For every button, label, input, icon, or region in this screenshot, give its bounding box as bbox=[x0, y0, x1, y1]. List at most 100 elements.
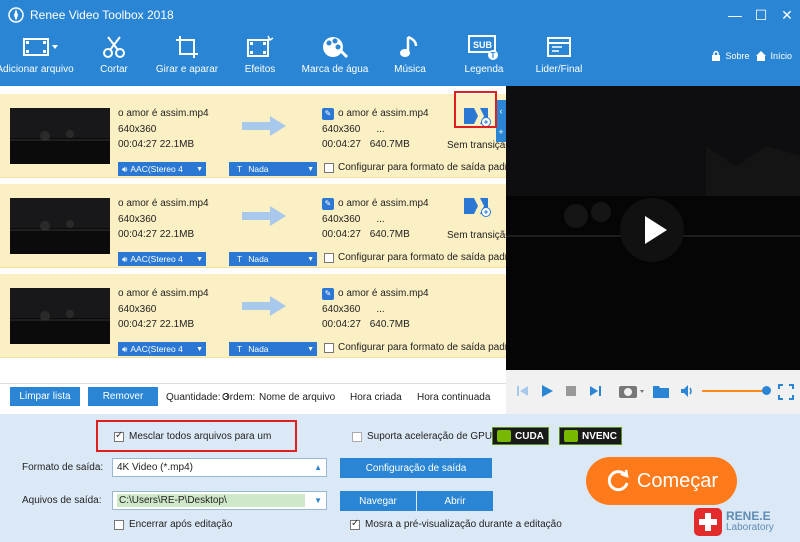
fullscreen-icon[interactable] bbox=[778, 384, 794, 400]
intro-outro-icon bbox=[545, 30, 573, 64]
audio-track-value: AAC(Stereo 4 bbox=[130, 344, 183, 354]
audio-track-select[interactable]: 🔊︎ AAC(Stereo 4 ▼ bbox=[118, 342, 206, 356]
default-format-checkbox[interactable]: Configurar para formato de saída padrão bbox=[324, 252, 506, 263]
source-size: 22.1MB bbox=[159, 319, 195, 330]
gpu-checkbox[interactable]: Suporta aceleração de GPU bbox=[352, 431, 492, 442]
sort-by-created[interactable]: Hora criada bbox=[350, 392, 402, 403]
play-overlay-button[interactable] bbox=[620, 198, 684, 262]
chevron-down-icon: ▼ bbox=[196, 255, 203, 263]
browse-button[interactable]: Navegar bbox=[340, 491, 416, 511]
medical-cross-icon bbox=[694, 508, 722, 536]
add-file-button[interactable]: Adicionar arquivo bbox=[0, 30, 80, 86]
intro-outro-button[interactable]: Lider/Final bbox=[532, 30, 586, 86]
output-info: ✎ o amor é assim.mp4 640x360... 00:04:27 … bbox=[322, 106, 429, 153]
checkbox[interactable] bbox=[324, 342, 334, 353]
start-button[interactable]: Começar bbox=[586, 457, 737, 505]
chevron-down-icon: ▼ bbox=[196, 165, 203, 173]
audio-track-select[interactable]: 🔊︎ AAC(Stereo 4 ▼ bbox=[118, 252, 206, 266]
effects-label: Efeitos bbox=[244, 64, 276, 75]
output-settings-button[interactable]: Configuração de saída bbox=[340, 458, 492, 478]
camera-icon[interactable] bbox=[618, 382, 646, 400]
subtitle-select[interactable]: T Nada ▼ bbox=[229, 342, 317, 356]
output-format-label: Formato de saída: bbox=[22, 462, 104, 473]
output-size: 640.7MB bbox=[369, 139, 410, 150]
skip-forward-icon[interactable] bbox=[588, 384, 602, 398]
source-duration: 00:04:27 bbox=[118, 319, 157, 330]
rotate-crop-button[interactable]: Girar e aparar bbox=[152, 30, 222, 86]
file-row[interactable]: o amor é assim.mp4 640x360 00:04:27 22.1… bbox=[0, 274, 506, 358]
speaker-icon: 🔊︎ bbox=[122, 343, 128, 354]
close-icon[interactable]: ✕ bbox=[774, 0, 800, 30]
open-button[interactable]: Abrir bbox=[417, 491, 493, 511]
effects-button[interactable]: Efeitos bbox=[240, 30, 280, 86]
minimize-icon[interactable]: — bbox=[722, 0, 748, 30]
crop-rotate-icon bbox=[174, 30, 200, 64]
transition-icon[interactable] bbox=[462, 194, 492, 218]
sort-by-continuous[interactable]: Hora continuada bbox=[417, 392, 490, 403]
skip-back-icon[interactable] bbox=[516, 384, 530, 398]
sort-by-name[interactable]: Nome de arquivo bbox=[259, 392, 335, 403]
output-duration: 00:04:27 bbox=[322, 139, 361, 150]
chevron-down-icon: ▼ bbox=[307, 255, 314, 263]
play-icon[interactable] bbox=[540, 384, 554, 398]
default-format-checkbox[interactable]: Configurar para formato de saída padrão bbox=[324, 162, 506, 173]
home-button[interactable]: Início bbox=[755, 50, 792, 62]
show-preview-label: Mosra a pré-visualização durante a edita… bbox=[365, 519, 562, 530]
main-toolbar: Adicionar arquivo Cortar Girar e aparar … bbox=[0, 30, 800, 86]
edit-name-icon[interactable]: ✎ bbox=[322, 197, 334, 210]
file-row[interactable]: o amor é assim.mp4 640x360 00:04:27 22.1… bbox=[0, 184, 506, 268]
edit-name-icon[interactable]: ✎ bbox=[322, 287, 334, 300]
volume-icon[interactable] bbox=[680, 384, 696, 398]
refresh-icon bbox=[607, 469, 629, 492]
edit-name-icon[interactable]: ✎ bbox=[322, 107, 334, 120]
chevron-left-icon[interactable]: ‹ bbox=[500, 106, 503, 116]
output-extra: ... bbox=[376, 213, 385, 225]
output-filename: o amor é assim.mp4 bbox=[338, 108, 429, 119]
list-actions-bar: Limpar lista Remover Quantidade: 3 Ordem… bbox=[0, 383, 506, 409]
nvidia-icon bbox=[564, 430, 578, 442]
about-button[interactable]: Sobre bbox=[710, 50, 749, 62]
output-size: 640.7MB bbox=[369, 319, 410, 330]
remove-button[interactable]: Remover bbox=[88, 387, 158, 406]
checkbox[interactable] bbox=[114, 519, 124, 530]
folder-icon[interactable] bbox=[652, 383, 670, 399]
subtitle-button[interactable]: SUB T Legenda bbox=[460, 30, 508, 86]
volume-slider[interactable] bbox=[702, 390, 768, 392]
stop-icon[interactable] bbox=[564, 384, 578, 398]
maximize-icon[interactable]: ☐ bbox=[748, 0, 774, 30]
plus-icon[interactable]: + bbox=[498, 127, 503, 137]
music-button[interactable]: Música bbox=[390, 30, 430, 86]
output-size: 640.7MB bbox=[369, 229, 410, 240]
checkbox[interactable] bbox=[350, 518, 360, 530]
speaker-icon: 🔊︎ bbox=[122, 163, 128, 174]
cuda-label: CUDA bbox=[515, 430, 544, 442]
source-duration: 00:04:27 bbox=[118, 139, 157, 150]
chevron-down-icon: ▼ bbox=[307, 345, 314, 353]
chevron-down-icon: ▼ bbox=[314, 496, 322, 505]
checkbox[interactable] bbox=[324, 162, 334, 173]
subtitle-value: Nada bbox=[248, 344, 269, 354]
row-side-controls: ‹ + bbox=[496, 100, 506, 142]
watermark-button[interactable]: Marca de água bbox=[300, 30, 370, 86]
default-format-checkbox[interactable]: Configurar para formato de saída padrão bbox=[324, 342, 506, 353]
convert-arrow-icon bbox=[242, 116, 286, 136]
output-duration: 00:04:27 bbox=[322, 229, 361, 240]
cut-button[interactable]: Cortar bbox=[94, 30, 134, 86]
checkbox[interactable] bbox=[352, 431, 362, 442]
volume-handle[interactable] bbox=[762, 386, 771, 395]
output-resolution: 640x360 bbox=[322, 213, 361, 225]
subtitle-select[interactable]: T Nada ▼ bbox=[229, 252, 317, 266]
subtitle-select[interactable]: T Nada ▼ bbox=[229, 162, 317, 176]
source-duration: 00:04:27 bbox=[118, 229, 157, 240]
checkbox[interactable] bbox=[324, 252, 334, 263]
watermark-label: Marca de água bbox=[301, 64, 369, 75]
shutdown-checkbox[interactable]: Encerrar após editação bbox=[114, 519, 232, 530]
show-preview-checkbox[interactable]: Mosra a pré-visualização durante a edita… bbox=[350, 518, 562, 530]
audio-track-select[interactable]: 🔊︎ AAC(Stereo 4 ▼ bbox=[118, 162, 206, 176]
output-format-select[interactable]: 4K Video (*.mp4) ▲ bbox=[112, 458, 327, 477]
file-row[interactable]: o amor é assim.mp4 640x360 00:04:27 22.1… bbox=[0, 94, 506, 178]
clear-list-button[interactable]: Limpar lista bbox=[10, 387, 80, 406]
output-folder-field[interactable]: C:\Users\RE-P\Desktop\ ▼ bbox=[112, 491, 327, 510]
source-filename: o amor é assim.mp4 bbox=[118, 198, 209, 209]
transition-highlight bbox=[454, 91, 497, 128]
